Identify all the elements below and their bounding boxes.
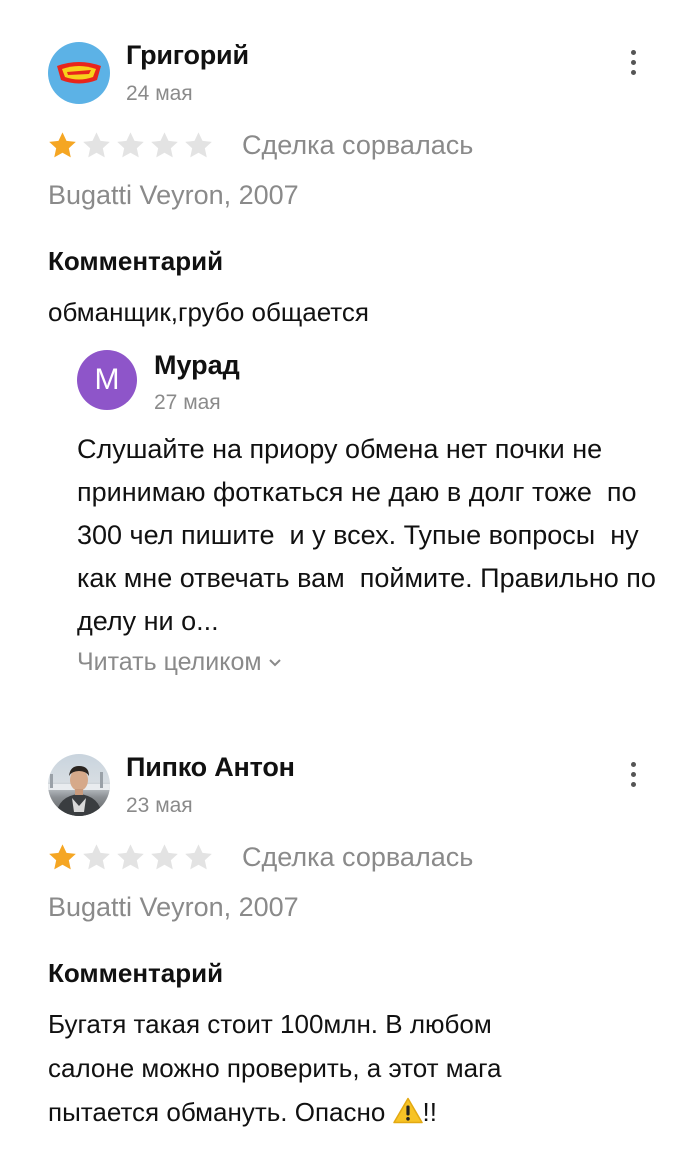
warning-icon [392, 1097, 423, 1124]
read-more-link[interactable]: Читать целиком [77, 648, 282, 677]
hot-wheels-logo-icon [57, 62, 101, 84]
comment-line: Бугатя такая стоит 100млн. В любом [48, 1009, 492, 1039]
chevron-down-icon [268, 658, 281, 666]
avatar[interactable] [48, 754, 110, 816]
star-icon [83, 132, 110, 158]
deal-status: Сделка сорвалась [242, 842, 474, 872]
reply-date: 27 мая [154, 391, 221, 414]
kebab-menu-icon[interactable] [620, 756, 646, 792]
star-icon [117, 844, 144, 870]
comment-heading: Комментарий [48, 958, 224, 988]
read-more-label: Читать целиком [77, 648, 262, 676]
kebab-menu-icon[interactable] [620, 44, 646, 80]
reply-text: Слушайте на приору обмена нет почки не п… [77, 434, 664, 636]
star-icon [49, 844, 76, 870]
star-icon [117, 132, 144, 158]
avatar[interactable]: М [77, 350, 137, 410]
star-icon [83, 844, 110, 870]
star-icon [151, 844, 178, 870]
comment-text: обманщик,грубо общается [48, 297, 370, 327]
review-date: 23 мая [126, 794, 193, 817]
comment-line-text: пытается обмануть. Опасно [48, 1097, 393, 1127]
reply-author-name[interactable]: Мурад [154, 350, 240, 381]
author-name[interactable]: Пипко Антон [126, 752, 295, 783]
user-photo-icon [48, 766, 110, 816]
star-icon [49, 132, 76, 158]
review-date: 24 мая [126, 82, 193, 105]
star-icon [185, 132, 212, 158]
star-icon [185, 844, 212, 870]
comment-text: Бугатя такая стоит 100млн. В любом салон… [48, 1002, 658, 1134]
comment-line: салоне можно проверить, а этот мага [48, 1053, 502, 1083]
car-model: Bugatti Veyron, 2007 [48, 892, 299, 922]
comment-line: пытается обмануть. Опасно !! [48, 1090, 658, 1134]
comment-heading: Комментарий [48, 246, 224, 276]
author-name[interactable]: Григорий [126, 40, 249, 71]
star-icon [151, 132, 178, 158]
rating-stars [47, 842, 214, 873]
deal-status: Сделка сорвалась [242, 130, 474, 160]
car-model: Bugatti Veyron, 2007 [48, 180, 299, 210]
comment-suffix: !! [422, 1097, 437, 1127]
avatar[interactable] [48, 42, 110, 104]
rating-stars [47, 130, 214, 161]
